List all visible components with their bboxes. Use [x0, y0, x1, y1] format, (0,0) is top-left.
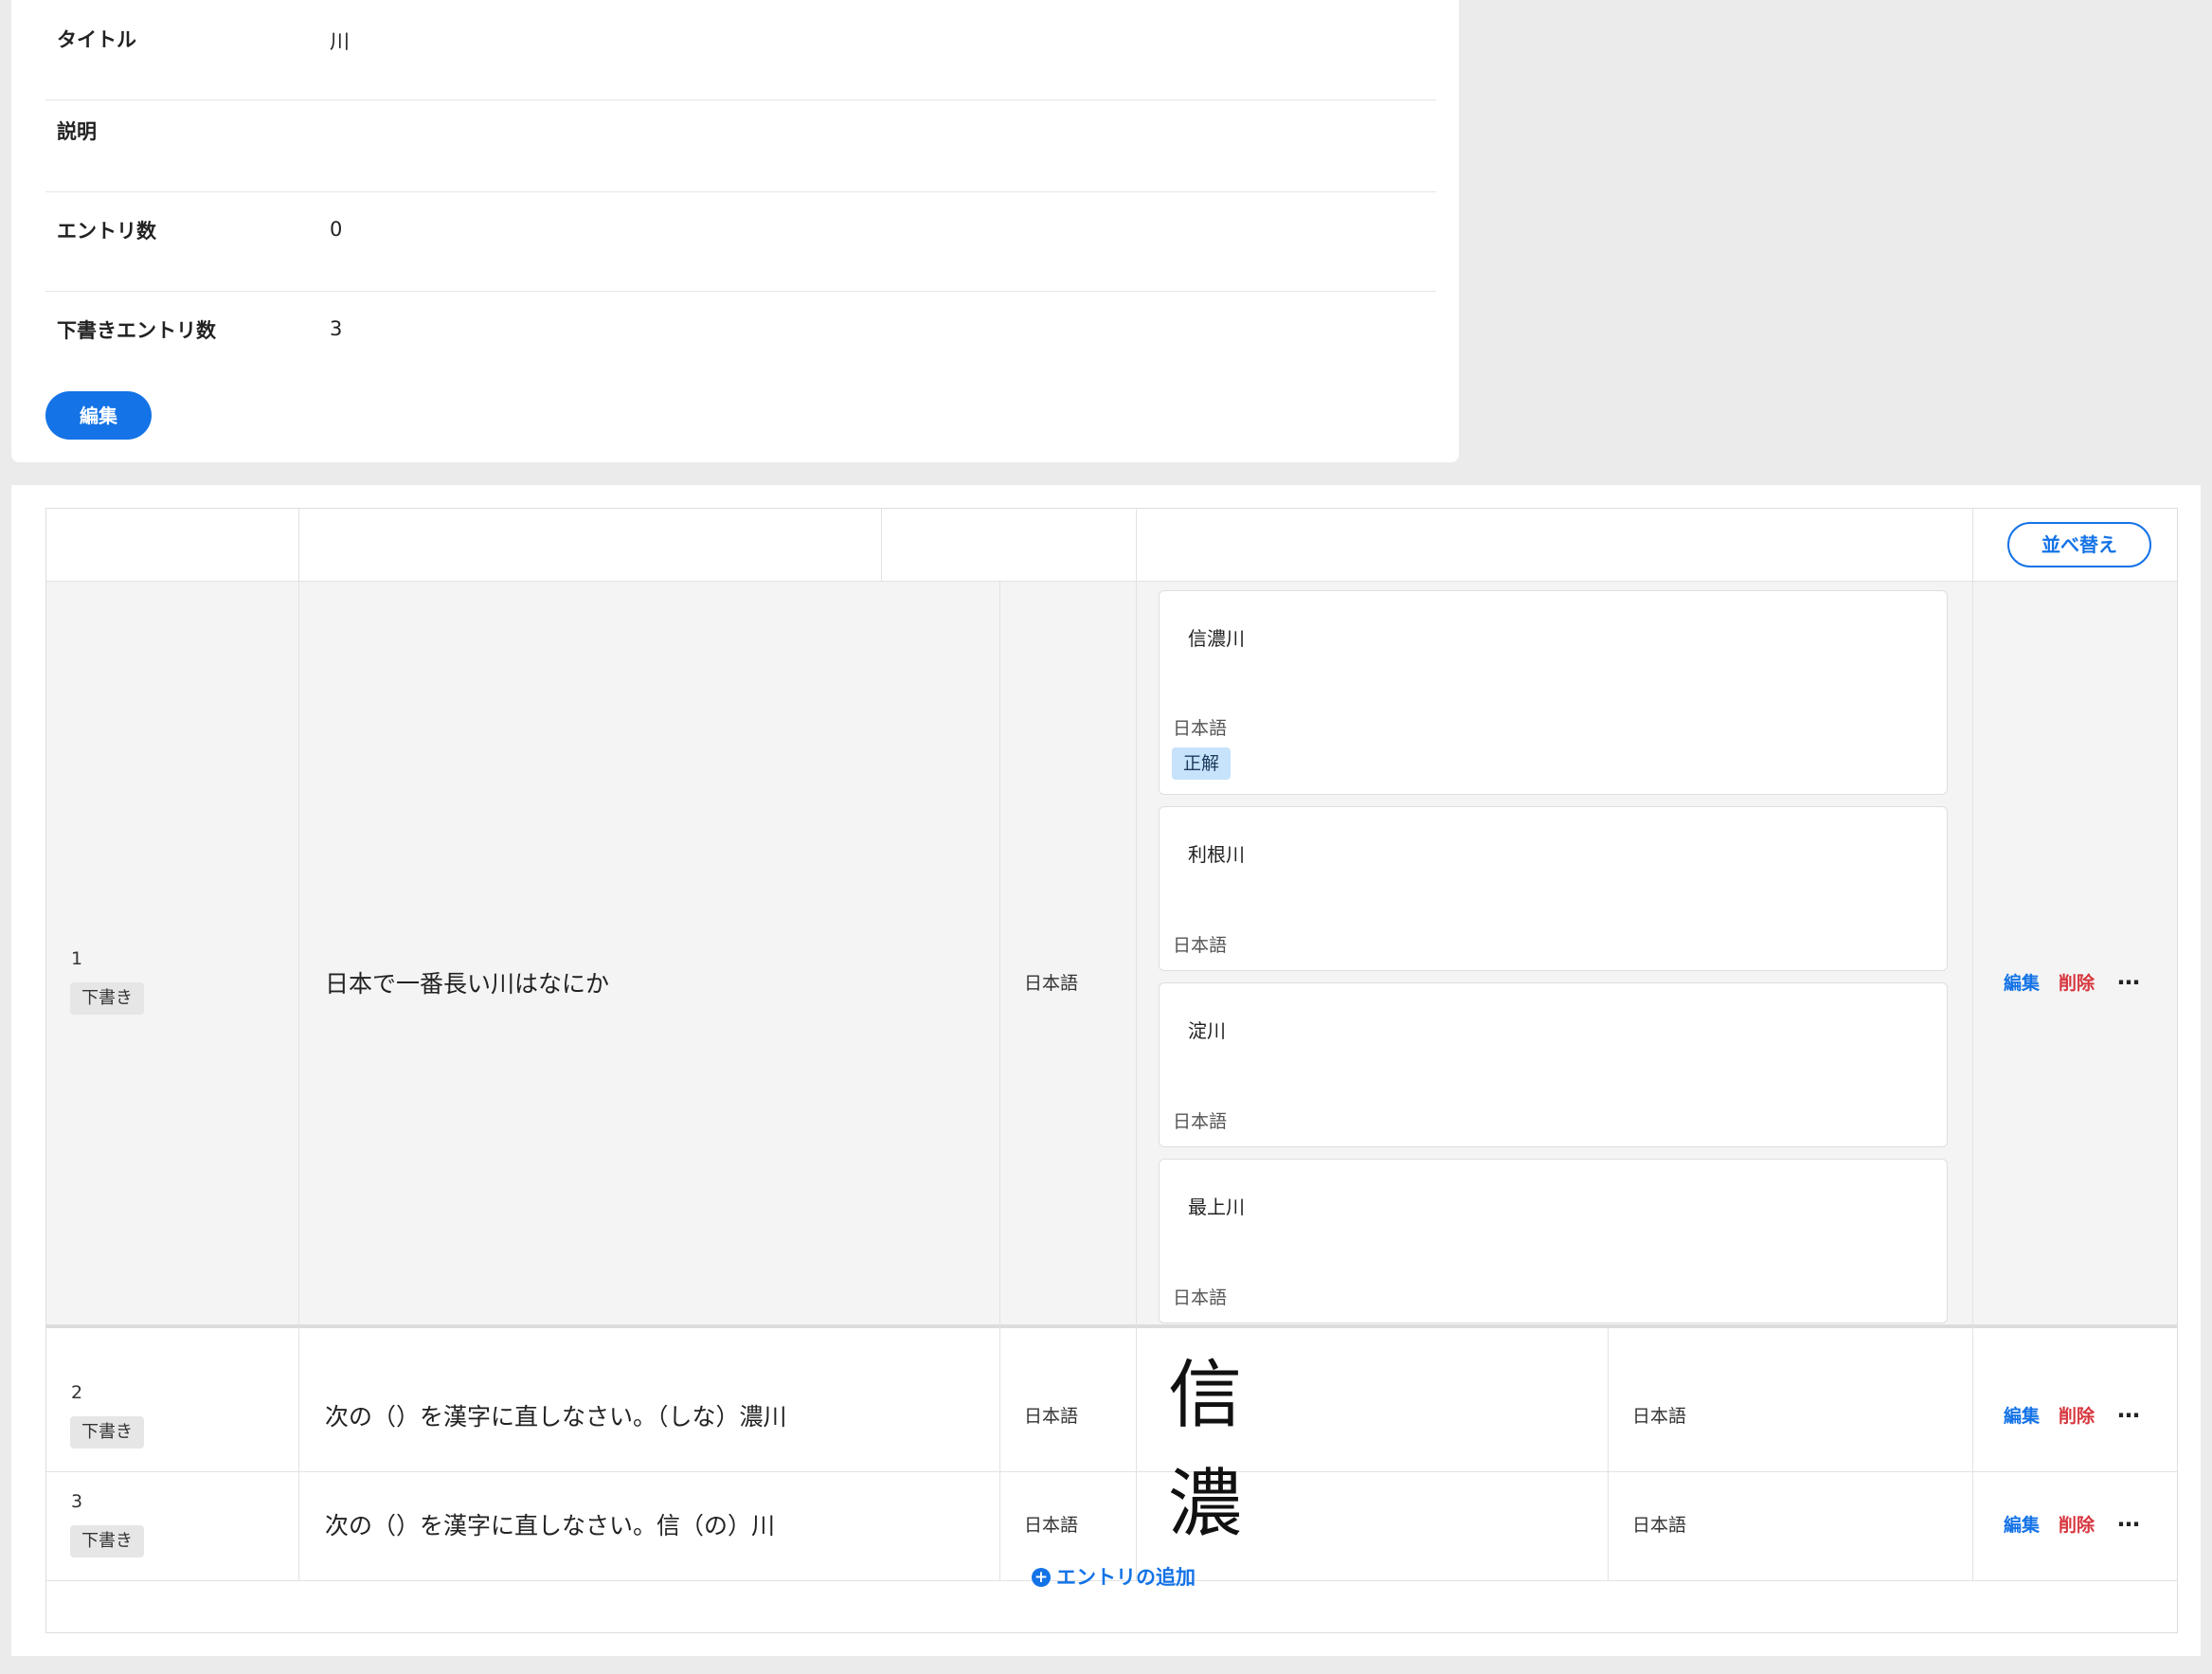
table-header: 並べ替え: [46, 509, 2177, 581]
more-options-icon[interactable]: …: [2117, 1505, 2141, 1532]
answer-card: 最上川 日本語: [1159, 1159, 1948, 1323]
question-language: 日本語: [1024, 973, 1079, 994]
detail-label-entry-count: エントリ数: [57, 220, 156, 243]
answer-text: 信濃川: [1188, 627, 1245, 650]
more-options-icon[interactable]: …: [2117, 963, 2141, 990]
draft-status-badge: 下書き: [70, 982, 144, 1015]
entry-question: 次の（）を漢字に直しなさい。信（の）川: [325, 1512, 776, 1539]
answer-text: 利根川: [1188, 843, 1245, 866]
column-divider: [298, 509, 299, 1580]
column-divider: [999, 581, 1000, 1580]
detail-row-entry-count: エントリ数 0: [45, 191, 1436, 292]
answer-card: 淀川 日本語: [1159, 982, 1948, 1147]
detail-value-title: 川: [330, 30, 350, 53]
answer-language: 日本語: [1632, 1406, 1687, 1427]
detail-row-description: 説明: [45, 92, 1436, 192]
column-divider: [1136, 509, 1137, 1580]
entry-number: 3: [71, 1491, 83, 1512]
handwritten-answer-image: 濃: [1168, 1462, 1243, 1547]
edit-entry-link[interactable]: 編集: [2004, 1402, 2040, 1428]
answer-language: 日本語: [1173, 1111, 1228, 1132]
column-divider: [1972, 509, 1973, 1580]
more-options-icon[interactable]: …: [2117, 1396, 2141, 1423]
question-language: 日本語: [1024, 1515, 1079, 1536]
answer-language: 日本語: [1173, 1287, 1228, 1308]
row-divider: [46, 1324, 2177, 1328]
edit-collection-button[interactable]: 編集: [45, 391, 152, 440]
column-divider: [1608, 1328, 1609, 1580]
entry-number: 1: [71, 948, 83, 969]
delete-entry-link[interactable]: 削除: [2059, 1511, 2095, 1537]
entry-question: 日本で一番長い川はなにか: [325, 970, 610, 998]
add-entry-button[interactable]: + エントリの追加: [1032, 1562, 1196, 1591]
header-divider: [46, 581, 2177, 582]
correct-answer-badge: 正解: [1172, 747, 1232, 780]
answer-language: 日本語: [1173, 718, 1228, 739]
column-divider: [881, 509, 882, 581]
answer-text: 最上川: [1188, 1196, 1245, 1218]
sort-button[interactable]: 並べ替え: [2007, 522, 2151, 567]
draft-status-badge: 下書き: [70, 1416, 144, 1449]
entry-question: 次の（）を漢字に直しなさい。（しな）濃川: [325, 1403, 787, 1431]
entry-number: 2: [71, 1382, 83, 1403]
handwritten-answer-image: 信: [1168, 1353, 1243, 1438]
draft-status-badge: 下書き: [70, 1525, 144, 1557]
collection-details-card: タイトル 川 説明 エントリ数 0 下書きエントリ数 3 編集: [11, 0, 1459, 462]
detail-label-draft-count: 下書きエントリ数: [57, 319, 216, 342]
detail-label-title: タイトル: [57, 28, 136, 51]
answer-language: 日本語: [1632, 1515, 1687, 1536]
answer-card: 信濃川 日本語 正解: [1159, 590, 1948, 795]
detail-label-description: 説明: [57, 120, 97, 143]
edit-entry-link[interactable]: 編集: [2004, 1511, 2040, 1537]
entries-card: 並べ替え 1 下書き 日本で一番長い川はなにか 日本語 信濃川 日本語 正解 利…: [11, 485, 2201, 1656]
answer-card: 利根川 日本語: [1159, 806, 1948, 971]
answer-text: 淀川: [1188, 1019, 1226, 1042]
answer-language: 日本語: [1173, 935, 1228, 956]
edit-entry-link[interactable]: 編集: [2004, 969, 2040, 995]
delete-entry-link[interactable]: 削除: [2059, 969, 2095, 995]
plus-circle-icon: +: [1032, 1567, 1051, 1587]
add-entry-label: エントリの追加: [1056, 1566, 1196, 1589]
detail-row-title: タイトル 川: [45, 0, 1436, 100]
delete-entry-link[interactable]: 削除: [2059, 1402, 2095, 1428]
detail-value-entry-count: 0: [330, 218, 343, 241]
detail-value-draft-count: 3: [330, 317, 343, 340]
detail-row-draft-count: 下書きエントリ数 3: [45, 291, 1436, 390]
question-language: 日本語: [1024, 1406, 1079, 1427]
entries-table: 並べ替え 1 下書き 日本で一番長い川はなにか 日本語 信濃川 日本語 正解 利…: [45, 508, 2178, 1633]
row-divider: [46, 1471, 2177, 1472]
